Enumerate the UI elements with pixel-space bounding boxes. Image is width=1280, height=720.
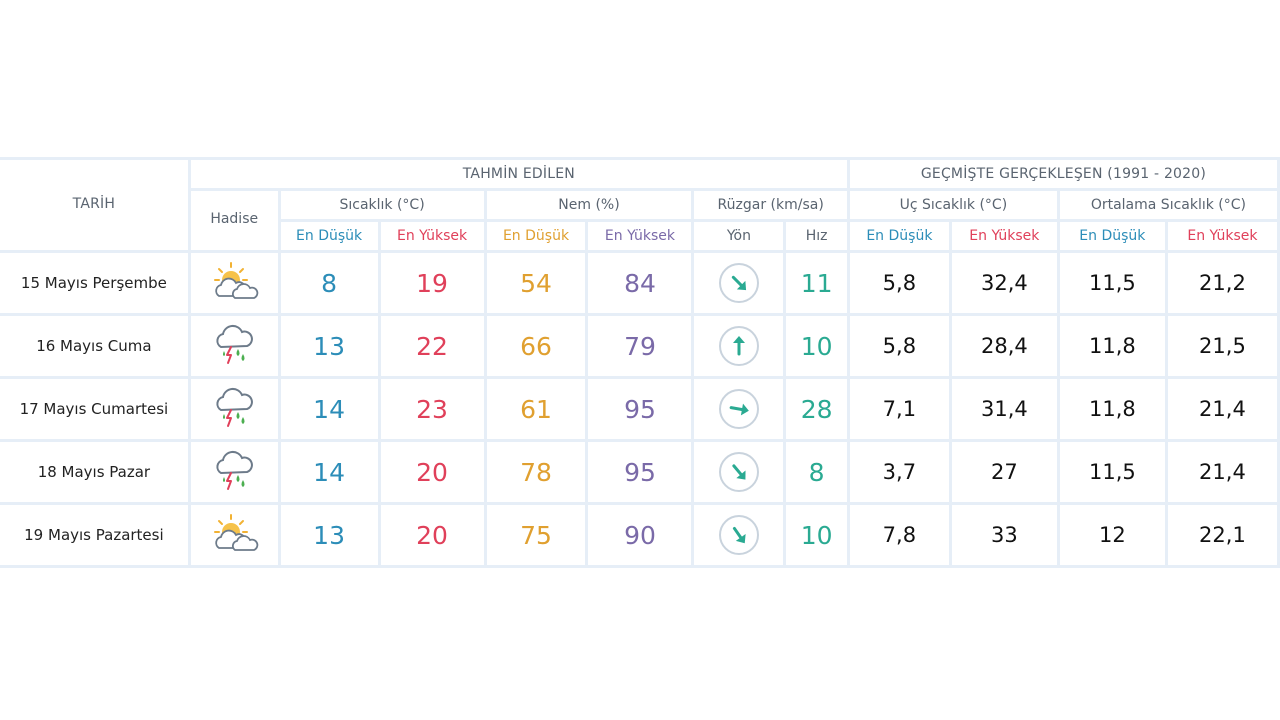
- row-humidity-high: 84: [588, 253, 692, 313]
- row-extreme-low: 7,8: [849, 505, 949, 565]
- header-sicaklik: Sıcaklık (°C): [280, 191, 484, 219]
- thunderstorm-rain-icon: [209, 323, 259, 365]
- partly-cloudy-sun-icon: [209, 512, 259, 554]
- row-extreme-low: 3,7: [849, 442, 949, 502]
- forecast-row: 19 Mayıs Pazartesi 13 20 75 90 10 7,8 33…: [0, 505, 1277, 565]
- row-date: 17 Mayıs Cumartesi: [0, 379, 188, 439]
- row-average-low: 11,5: [1059, 442, 1165, 502]
- row-wind-speed: 28: [786, 379, 847, 439]
- forecast-row: 18 Mayıs Pazar 14 20 78 95 8 3,7 27 11,5…: [0, 442, 1277, 502]
- row-average-low: 11,5: [1059, 253, 1165, 313]
- row-temp-low: 8: [280, 253, 378, 313]
- row-temp-high: 20: [380, 505, 484, 565]
- row-wind-direction: [694, 316, 784, 376]
- row-extreme-low: 7,1: [849, 379, 949, 439]
- row-temp-high: 23: [380, 379, 484, 439]
- row-temp-low: 13: [280, 316, 378, 376]
- row-humidity-high: 79: [588, 316, 692, 376]
- row-average-low: 11,8: [1059, 316, 1165, 376]
- forecast-row: 16 Mayıs Cuma 13 22 66 79 10 5,8 28,4 11…: [0, 316, 1277, 376]
- header-wind-direction: Yön: [694, 222, 784, 250]
- row-temp-low: 14: [280, 442, 378, 502]
- row-average-low: 11,8: [1059, 379, 1165, 439]
- row-extreme-high: 28,4: [951, 316, 1057, 376]
- row-temp-low: 14: [280, 379, 378, 439]
- header-avg-low: En Düşük: [1059, 222, 1165, 250]
- row-humidity-low: 54: [486, 253, 586, 313]
- header-uc-sicaklik: Uç Sıcaklık (°C): [849, 191, 1057, 219]
- row-humidity-low: 78: [486, 442, 586, 502]
- row-average-high: 21,4: [1167, 442, 1277, 502]
- row-date: 18 Mayıs Pazar: [0, 442, 188, 502]
- row-extreme-high: 27: [951, 442, 1057, 502]
- header-temp-low: En Düşük: [280, 222, 378, 250]
- row-wind-direction: [694, 505, 784, 565]
- row-wind-direction: [694, 379, 784, 439]
- row-humidity-low: 61: [486, 379, 586, 439]
- row-wind-direction: [694, 442, 784, 502]
- arrow-southeast-icon: [718, 263, 759, 303]
- header-temp-high: En Yüksek: [380, 222, 484, 250]
- row-extreme-high: 31,4: [951, 379, 1057, 439]
- row-extreme-low: 5,8: [849, 253, 949, 313]
- header-hum-low: En Düşük: [486, 222, 586, 250]
- row-wind-speed: 10: [786, 316, 847, 376]
- row-weather-cell: [190, 442, 278, 502]
- thunderstorm-rain-icon: [209, 449, 259, 491]
- row-humidity-high: 95: [588, 379, 692, 439]
- row-date: 19 Mayıs Pazartesi: [0, 505, 188, 565]
- row-average-low: 12: [1059, 505, 1165, 565]
- thunderstorm-rain-icon: [209, 386, 259, 428]
- arrow-north-icon: [718, 326, 759, 366]
- row-temp-high: 20: [380, 442, 484, 502]
- row-date: 16 Mayıs Cuma: [0, 316, 188, 376]
- header-tahmin-edilen: TAHMİN EDİLEN: [190, 160, 847, 188]
- row-wind-speed: 11: [786, 253, 847, 313]
- header-tarih: TARİH: [0, 160, 188, 250]
- header-ortalama-sicaklik: Ortalama Sıcaklık (°C): [1059, 191, 1277, 219]
- header-avg-high: En Yüksek: [1167, 222, 1277, 250]
- arrow-southeast-icon: [718, 452, 759, 492]
- row-average-high: 21,2: [1167, 253, 1277, 313]
- header-ext-low: En Düşük: [849, 222, 949, 250]
- row-humidity-high: 90: [588, 505, 692, 565]
- arrow-east-icon: [718, 389, 759, 429]
- partly-cloudy-sun-icon: [209, 260, 259, 302]
- row-weather-cell: [190, 505, 278, 565]
- row-wind-direction: [694, 253, 784, 313]
- row-weather-cell: [190, 253, 278, 313]
- row-average-high: 21,4: [1167, 379, 1277, 439]
- header-hum-high: En Yüksek: [588, 222, 692, 250]
- row-temp-high: 19: [380, 253, 484, 313]
- row-humidity-high: 95: [588, 442, 692, 502]
- forecast-row: 15 Mayıs Perşembe 8 19 54 84 11 5,8 32,4…: [0, 253, 1277, 313]
- header-nem: Nem (%): [486, 191, 692, 219]
- forecast-row: 17 Mayıs Cumartesi 14 23 61 95 28 7,1 31…: [0, 379, 1277, 439]
- row-extreme-high: 33: [951, 505, 1057, 565]
- forecast-table-container: TARİH TAHMİN EDİLEN GEÇMİŞTE GERÇEKLEŞEN…: [0, 157, 1280, 568]
- row-extreme-low: 5,8: [849, 316, 949, 376]
- row-average-high: 21,5: [1167, 316, 1277, 376]
- row-wind-speed: 10: [786, 505, 847, 565]
- row-humidity-low: 75: [486, 505, 586, 565]
- header-ext-high: En Yüksek: [951, 222, 1057, 250]
- header-gecmiste-gerceklesen: GEÇMİŞTE GERÇEKLEŞEN (1991 - 2020): [849, 160, 1277, 188]
- row-extreme-high: 32,4: [951, 253, 1057, 313]
- arrow-southeast-icon: [718, 515, 759, 555]
- row-date: 15 Mayıs Perşembe: [0, 253, 188, 313]
- row-wind-speed: 8: [786, 442, 847, 502]
- header-ruzgar: Rüzgar (km/sa): [694, 191, 847, 219]
- row-average-high: 22,1: [1167, 505, 1277, 565]
- header-hadise: Hadise: [190, 191, 278, 250]
- header-wind-speed: Hız: [786, 222, 847, 250]
- row-temp-low: 13: [280, 505, 378, 565]
- forecast-table: TARİH TAHMİN EDİLEN GEÇMİŞTE GERÇEKLEŞEN…: [0, 157, 1280, 568]
- row-temp-high: 22: [380, 316, 484, 376]
- row-weather-cell: [190, 379, 278, 439]
- row-weather-cell: [190, 316, 278, 376]
- row-humidity-low: 66: [486, 316, 586, 376]
